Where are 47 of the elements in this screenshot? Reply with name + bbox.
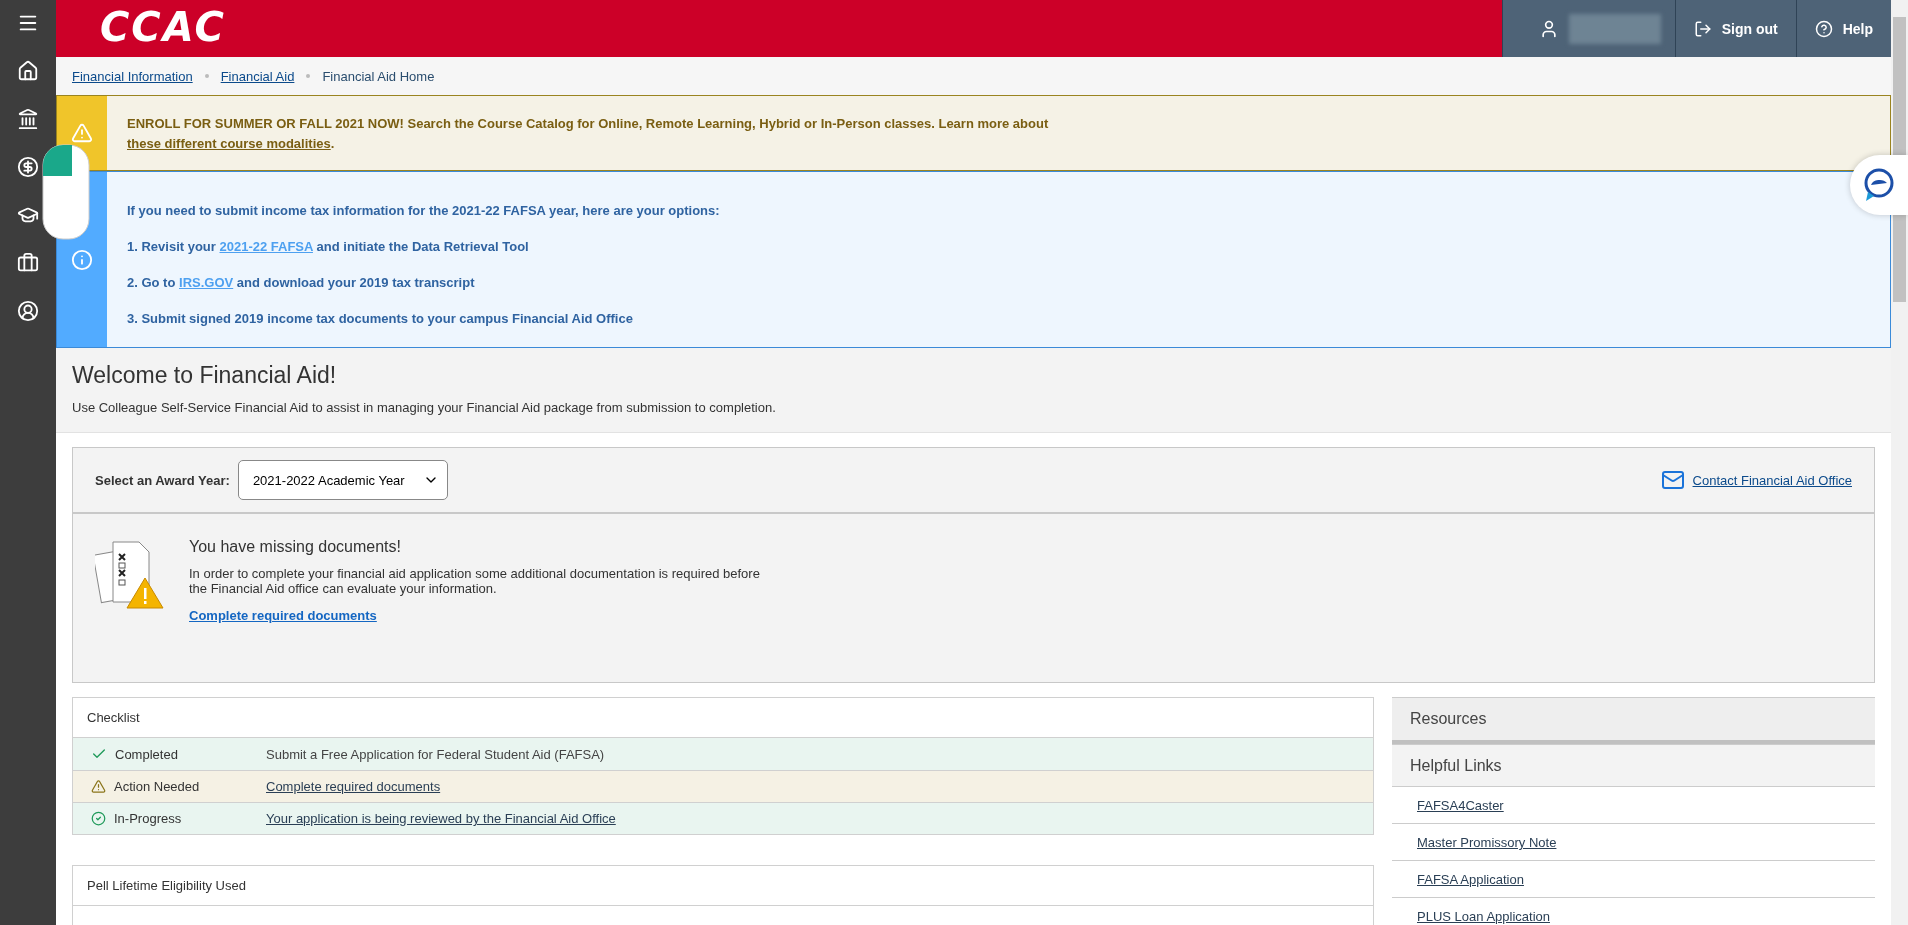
missing-documents-text: In order to complete your financial aid application some additional documentation is required before the Financial Aid office can evaluate your information. <box>189 566 761 596</box>
page-title: Welcome to Financial Aid! <box>72 362 338 389</box>
money-icon[interactable] <box>15 154 41 180</box>
checklist-status: Action Needed <box>114 779 200 794</box>
info-text: If you need to submit income tax information for the 2021-22 FAFSA year, here are your options: <box>127 202 720 220</box>
missing-documents-title: You have missing documents! <box>189 538 402 556</box>
complete-documents-link[interactable]: Complete required documents <box>189 608 377 623</box>
checklist-link[interactable]: Your application is being reviewed by the Financial Aid Office <box>266 811 1373 826</box>
resource-link[interactable]: FAFSA Application <box>1392 861 1875 898</box>
checklist-text: Submit a Free Application for Federal Student Aid (FAFSA) <box>266 746 606 762</box>
warning-icon <box>91 779 106 794</box>
resource-link[interactable]: PLUS Loan Application <box>1392 898 1875 925</box>
checklist-status: In-Progress <box>114 811 182 826</box>
logo[interactable]: CCAC <box>56 0 1502 57</box>
contact-link[interactable]: Contact Financial Aid Office <box>1660 468 1852 492</box>
page-description: Use Colleague Self-Service Financial Aid to assist in managing your Financial Aid package from submission to completion. <box>72 399 777 416</box>
chat-icon <box>1863 168 1895 202</box>
award-year-select[interactable]: 2021-2022 Academic Year <box>237 460 448 500</box>
user-icon[interactable] <box>15 298 41 324</box>
checklist-status: Completed <box>115 746 178 762</box>
resources-title: Resources <box>1392 697 1875 744</box>
modalities-link[interactable]: these different course modalities <box>127 136 331 151</box>
separator-dot <box>204 74 209 78</box>
award-year-label: Select an Award Year: <box>95 472 230 488</box>
info-icon <box>71 248 93 271</box>
helpful-links-title: Helpful Links <box>1392 744 1875 787</box>
help-icon <box>1814 19 1833 38</box>
sign-out-icon <box>1693 19 1712 38</box>
alert-text: ENROLL FOR SUMMER OR FALL 2021 NOW! Search the Course Catalog for Online, Remote Learning, Hybrid or In-Person classes. Learn more about these different course modalities. <box>126 115 1050 153</box>
scrollbar[interactable] <box>1891 0 1908 925</box>
info-text: 3. Submit signed 2019 income tax documents to your campus Financial Aid Office <box>127 310 634 328</box>
resource-link[interactable]: FAFSA4Caster <box>1392 787 1875 824</box>
mouse-icon <box>42 144 90 240</box>
warning-icon <box>71 122 93 144</box>
breadcrumb-link[interactable]: Financial Information <box>72 68 193 84</box>
breadcrumb-link[interactable]: Financial Aid <box>220 68 295 84</box>
pell-title: Pell Lifetime Eligibility Used <box>73 866 1373 906</box>
check-circle-icon <box>91 811 106 826</box>
info-text: 2. Go to IRS.GOV and download your 2019 tax transcript <box>127 274 476 292</box>
help-button[interactable]: Help <box>1795 0 1891 57</box>
checklist-link[interactable]: Complete required documents <box>266 779 1373 794</box>
sign-out-button[interactable]: Sign out <box>1674 0 1796 57</box>
mail-icon <box>1660 468 1685 492</box>
separator-dot <box>306 74 311 78</box>
breadcrumb-current[interactable]: Financial Aid Home <box>322 68 435 84</box>
resource-link[interactable]: Master Promissory Note <box>1392 824 1875 861</box>
info-text: 1. Revisit your 2021-22 FAFSA and initiate the Data Retrieval Tool <box>127 238 530 256</box>
